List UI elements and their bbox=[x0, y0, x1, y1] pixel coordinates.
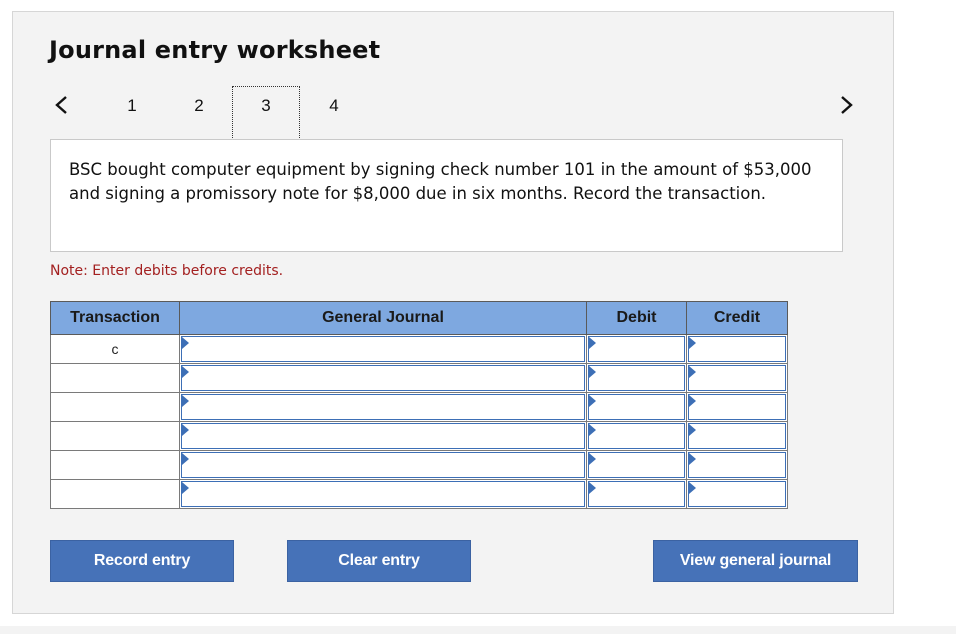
credit-input[interactable] bbox=[688, 452, 786, 478]
table-row bbox=[50, 421, 788, 451]
triangle-right-icon bbox=[689, 395, 696, 407]
credit-cell bbox=[686, 421, 788, 451]
triangle-right-icon bbox=[689, 337, 696, 349]
triangle-right-icon bbox=[182, 482, 189, 494]
debit-input[interactable] bbox=[588, 336, 685, 362]
debit-cell bbox=[586, 392, 687, 422]
triangle-right-icon bbox=[182, 366, 189, 378]
debit-input[interactable] bbox=[588, 481, 685, 507]
credit-input[interactable] bbox=[688, 394, 786, 420]
note-text: Note: Enter debits before credits. bbox=[50, 263, 284, 279]
debit-cell bbox=[586, 421, 687, 451]
debit-cell bbox=[586, 479, 687, 509]
general-journal-cell bbox=[179, 392, 587, 422]
triangle-right-icon bbox=[589, 453, 596, 465]
worksheet-title: Journal entry worksheet bbox=[49, 36, 381, 64]
credit-cell bbox=[686, 363, 788, 393]
debit-cell bbox=[586, 334, 687, 364]
column-header-transaction: Transaction bbox=[50, 301, 180, 335]
triangle-right-icon bbox=[589, 395, 596, 407]
general-journal-cell bbox=[179, 363, 587, 393]
view-general-journal-button[interactable]: View general journal bbox=[653, 540, 858, 582]
transaction-cell: c bbox=[50, 334, 180, 364]
step-1[interactable]: 1 bbox=[122, 96, 142, 116]
credit-input[interactable] bbox=[688, 336, 786, 362]
triangle-right-icon bbox=[589, 482, 596, 494]
triangle-right-icon bbox=[689, 453, 696, 465]
chevron-left-icon[interactable] bbox=[52, 94, 72, 116]
journal-table: Transaction General Journal Debit Credit… bbox=[50, 301, 788, 509]
debit-cell bbox=[586, 363, 687, 393]
transaction-cell bbox=[50, 450, 180, 480]
triangle-right-icon bbox=[182, 395, 189, 407]
credit-cell bbox=[686, 392, 788, 422]
step-4[interactable]: 4 bbox=[324, 96, 344, 116]
general-journal-input[interactable] bbox=[181, 336, 585, 362]
question-text: BSC bought computer equipment by signing… bbox=[69, 160, 812, 203]
clear-entry-button[interactable]: Clear entry bbox=[287, 540, 471, 582]
table-row bbox=[50, 392, 788, 422]
chevron-right-icon[interactable] bbox=[836, 94, 856, 116]
table-row bbox=[50, 363, 788, 393]
triangle-right-icon bbox=[689, 366, 696, 378]
triangle-right-icon bbox=[182, 424, 189, 436]
credit-cell bbox=[686, 334, 788, 364]
credit-input[interactable] bbox=[688, 481, 786, 507]
debit-input[interactable] bbox=[588, 365, 685, 391]
debit-cell bbox=[586, 450, 687, 480]
triangle-right-icon bbox=[182, 337, 189, 349]
transaction-cell bbox=[50, 363, 180, 393]
table-row bbox=[50, 479, 788, 509]
debit-input[interactable] bbox=[588, 423, 685, 449]
column-header-debit: Debit bbox=[586, 301, 687, 335]
general-journal-input[interactable] bbox=[181, 365, 585, 391]
general-journal-input[interactable] bbox=[181, 452, 585, 478]
general-journal-cell bbox=[179, 450, 587, 480]
record-entry-button[interactable]: Record entry bbox=[50, 540, 234, 582]
general-journal-cell bbox=[179, 479, 587, 509]
question-box: BSC bought computer equipment by signing… bbox=[50, 139, 843, 252]
step-2[interactable]: 2 bbox=[189, 96, 209, 116]
triangle-right-icon bbox=[589, 366, 596, 378]
general-journal-input[interactable] bbox=[181, 423, 585, 449]
triangle-right-icon bbox=[182, 453, 189, 465]
triangle-right-icon bbox=[689, 482, 696, 494]
credit-input[interactable] bbox=[688, 423, 786, 449]
credit-cell bbox=[686, 479, 788, 509]
step-3[interactable]: 3 bbox=[256, 96, 276, 116]
general-journal-cell bbox=[179, 334, 587, 364]
column-header-credit: Credit bbox=[686, 301, 788, 335]
triangle-right-icon bbox=[589, 337, 596, 349]
transaction-cell bbox=[50, 392, 180, 422]
credit-cell bbox=[686, 450, 788, 480]
column-header-general-journal: General Journal bbox=[179, 301, 587, 335]
triangle-right-icon bbox=[589, 424, 596, 436]
credit-input[interactable] bbox=[688, 365, 786, 391]
debit-input[interactable] bbox=[588, 394, 685, 420]
table-row: c bbox=[50, 334, 788, 364]
table-row bbox=[50, 450, 788, 480]
general-journal-input[interactable] bbox=[181, 394, 585, 420]
table-header-row: Transaction General Journal Debit Credit bbox=[50, 301, 788, 335]
debit-input[interactable] bbox=[588, 452, 685, 478]
general-journal-cell bbox=[179, 421, 587, 451]
bottom-divider bbox=[0, 626, 956, 634]
transaction-cell bbox=[50, 421, 180, 451]
transaction-cell bbox=[50, 479, 180, 509]
general-journal-input[interactable] bbox=[181, 481, 585, 507]
triangle-right-icon bbox=[689, 424, 696, 436]
